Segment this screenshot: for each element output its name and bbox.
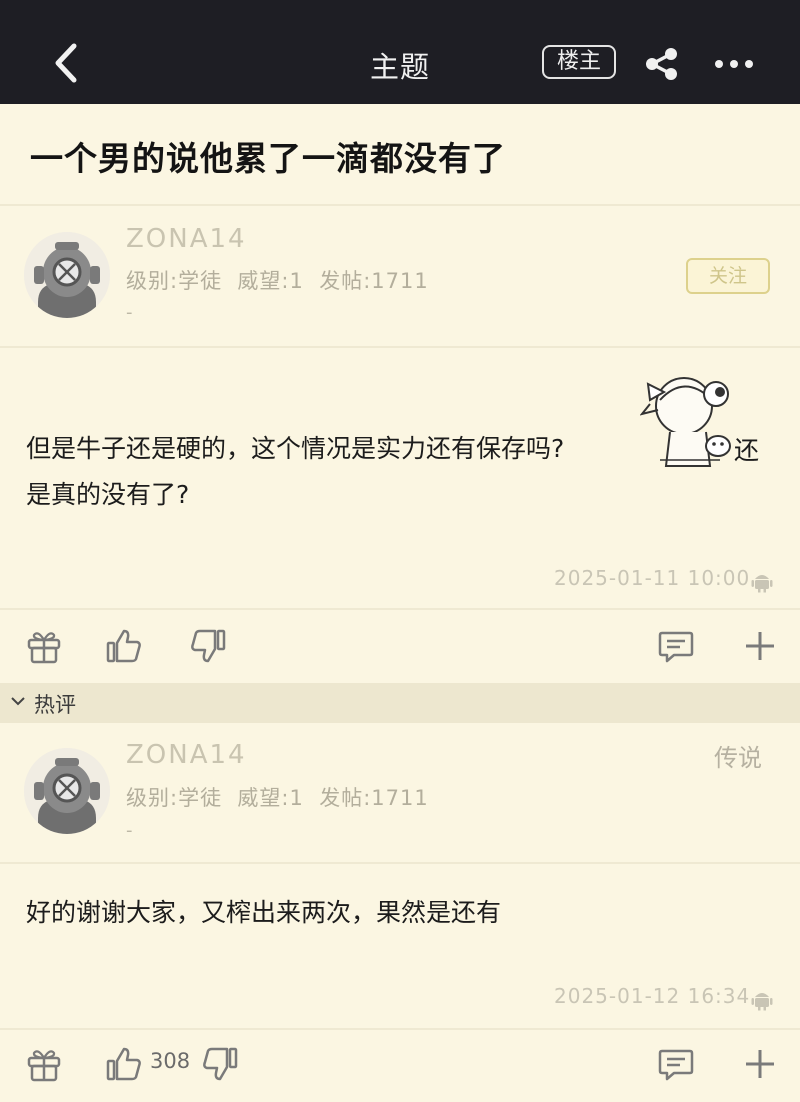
gift-icon[interactable] — [24, 1044, 64, 1084]
diving-helmet-avatar-icon — [24, 748, 110, 834]
gift-icon[interactable] — [24, 626, 64, 666]
share-icon[interactable] — [642, 44, 682, 84]
user-signature: - — [126, 302, 133, 323]
username[interactable]: ZONA14 — [126, 740, 247, 770]
top-bar: 主题 楼主 — [0, 0, 800, 104]
android-icon — [751, 993, 773, 1011]
thumbs-up-icon[interactable] — [104, 626, 144, 666]
avatar[interactable] — [24, 232, 110, 318]
like-count: 308 — [150, 1049, 191, 1073]
comment-timestamp: 2025-01-12 16:34 — [554, 984, 751, 1008]
owner-only-button[interactable]: 楼主 — [542, 45, 616, 79]
android-icon — [751, 575, 773, 593]
user-signature: - — [126, 820, 133, 841]
comment-content: 好的谢谢大家，又榨出来两次，果然是还有 — [26, 898, 502, 927]
hot-comments-label: 热评 — [34, 693, 76, 717]
follow-button[interactable]: 关注 — [686, 258, 770, 294]
more-dots-icon[interactable] — [712, 58, 756, 70]
thumbs-up-icon[interactable] — [104, 1044, 144, 1084]
post-content-line: 是真的没有了? — [26, 480, 190, 509]
divider — [0, 608, 800, 610]
divider — [0, 204, 800, 206]
divider — [0, 1028, 800, 1030]
diving-helmet-avatar-icon — [24, 232, 110, 318]
comment-icon[interactable] — [656, 1044, 696, 1084]
thumbs-down-icon[interactable] — [188, 626, 228, 666]
divider — [0, 346, 800, 348]
post-content-line: 但是牛子还是硬的，这个情况是实力还有保存吗? — [26, 434, 565, 463]
post-timestamp: 2025-01-11 10:00 — [554, 566, 751, 590]
plus-icon[interactable] — [740, 626, 780, 666]
girl-sticker-icon — [640, 377, 731, 467]
username[interactable]: ZONA14 — [126, 224, 247, 254]
hot-comments-header[interactable]: 热评 — [0, 683, 800, 723]
thumbs-down-icon[interactable] — [200, 1044, 240, 1084]
plus-icon[interactable] — [740, 1044, 780, 1084]
thread-title: 一个男的说他累了一滴都没有了 — [30, 139, 506, 178]
post-content-tail: 还 — [734, 436, 760, 465]
comment-icon[interactable] — [656, 626, 696, 666]
comment-rank-label: 传说 — [714, 744, 762, 772]
user-meta: 级别:学徒 威望:1 发帖:1711 — [126, 786, 429, 810]
chevron-down-icon — [11, 697, 25, 706]
divider — [0, 862, 800, 864]
user-meta: 级别:学徒 威望:1 发帖:1711 — [126, 269, 429, 293]
avatar[interactable] — [24, 748, 110, 834]
